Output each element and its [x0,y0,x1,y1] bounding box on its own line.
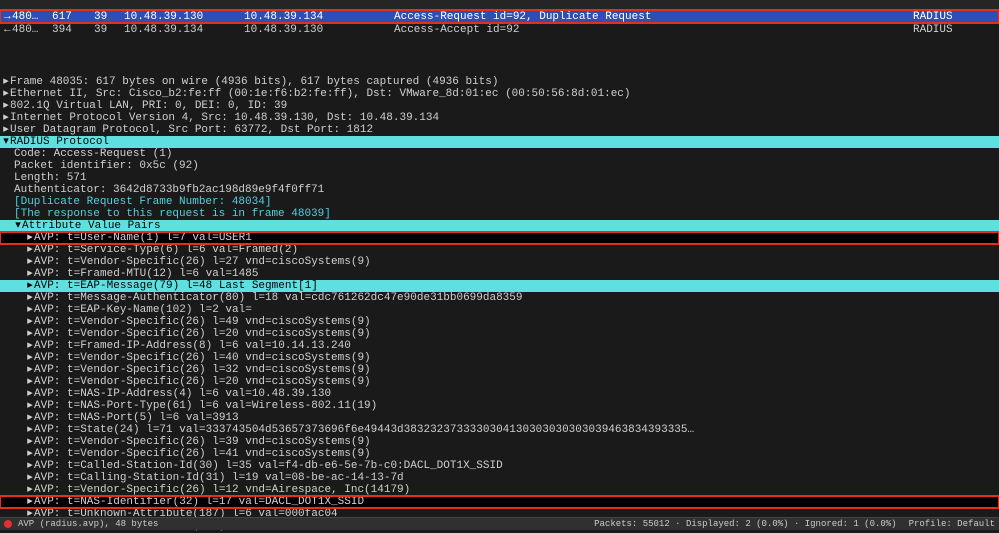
status-dot-icon [4,520,12,528]
direction-arrow-icon: → [4,11,12,23]
col-time: 617 [52,11,94,23]
triangle-down-icon: ▾ [2,136,10,149]
avp-row[interactable]: ▸AVP: t=Vendor-Specific(26) l=27 vnd=cis… [0,256,999,268]
col-src: 10.48.39.130 [124,11,244,23]
col-dst: 10.48.39.134 [244,11,394,23]
col-info: Access-Accept id=92 [394,24,913,36]
radius-len[interactable]: Length: 571 [0,172,999,184]
col-no: 480… [12,24,52,36]
avp-row[interactable]: ▸AVP: t=State(24) l=71 val=333743504d536… [0,424,999,436]
avp-row[interactable]: ▸AVP: t=NAS-Port-Type(61) l=6 val=Wirele… [0,400,999,412]
col-info: Access-Request id=92, Duplicate Request [394,11,913,23]
avp-row[interactable]: ▸AVP: t=Calling-Station-Id(31) l=19 val=… [0,472,999,484]
tree-udp[interactable]: ▸User Datagram Protocol, Src Port: 63772… [0,124,999,136]
avp-row[interactable]: ▸AVP: t=Vendor-Specific(26) l=20 vnd=cis… [0,328,999,340]
col-src: 10.48.39.134 [124,24,244,36]
packet-list-header [0,0,999,10]
avp-user-name[interactable]: ▸AVP: t=User-Name(1) l=7 val=USER1 [0,232,999,244]
col-no: 480… [12,11,52,23]
tree-frame[interactable]: ▸Frame 48035: 617 bytes on wire (4936 bi… [0,76,999,88]
col-dst: 10.48.39.130 [244,24,394,36]
packet-details-pane[interactable]: ▸Frame 48035: 617 bytes on wire (4936 bi… [0,76,999,532]
radius-pid[interactable]: Packet identifier: 0x5c (92) [0,160,999,172]
avp-row[interactable]: ▸AVP: t=Vendor-Specific(26) l=32 vnd=cis… [0,364,999,376]
avp-row[interactable]: ▸AVP: t=Framed-IP-Address(8) l=6 val=10.… [0,340,999,352]
avp-row[interactable]: ▸AVP: t=Called-Station-Id(30) l=35 val=f… [0,460,999,472]
avp-row[interactable]: ▸AVP: t=Vendor-Specific(26) l=49 vnd=cis… [0,316,999,328]
avp-header[interactable]: ▾Attribute Value Pairs [0,220,999,232]
avp-row[interactable]: ▸AVP: t=Vendor-Specific(26) l=39 vnd=cis… [0,436,999,448]
status-mid: Packets: 55012 · Displayed: 2 (0.0%) · I… [594,519,896,529]
col-proto: RADIUS [913,24,995,36]
radius-dup[interactable]: [Duplicate Request Frame Number: 48034] [0,196,999,208]
avp-row[interactable]: ▸AVP: t=Vendor-Specific(26) l=40 vnd=cis… [0,352,999,364]
radius-code[interactable]: Code: Access-Request (1) [0,148,999,160]
tree-ip[interactable]: ▸Internet Protocol Version 4, Src: 10.48… [0,112,999,124]
avp-row[interactable]: ▸AVP: t=Service-Type(6) l=6 val=Framed(2… [0,244,999,256]
packet-row[interactable]: ← 480… 394 39 10.48.39.134 10.48.39.130 … [0,23,999,36]
radius-resp[interactable]: [The response to this request is in fram… [0,208,999,220]
tree-radius[interactable]: ▾RADIUS Protocol [0,136,999,148]
tree-eth[interactable]: ▸Ethernet II, Src: Cisco_b2:fe:ff (00:1e… [0,88,999,100]
avp-nas-identifier[interactable]: ▸AVP: t=NAS-Identifier(32) l=17 val=DACL… [0,496,999,508]
col-proto: RADIUS [913,11,995,23]
direction-arrow-icon: ← [4,24,12,36]
radius-auth[interactable]: Authenticator: 3642d8733b9fb2ac198d89e9f… [0,184,999,196]
tree-vlan[interactable]: ▸802.1Q Virtual LAN, PRI: 0, DEI: 0, ID:… [0,100,999,112]
avp-row[interactable]: ▸AVP: t=Message-Authenticator(80) l=18 v… [0,292,999,304]
avp-row[interactable]: ▸AVP: t=NAS-IP-Address(4) l=6 val=10.48.… [0,388,999,400]
avp-row[interactable]: ▸AVP: t=NAS-Port(5) l=6 val=3913 [0,412,999,424]
status-left: AVP (radius.avp), 48 bytes [18,519,594,529]
avp-row[interactable]: ▸AVP: t=Framed-MTU(12) l=6 val=1485 [0,268,999,280]
col-time: 394 [52,24,94,36]
packet-row-selected[interactable]: → 480… 617 39 10.48.39.130 10.48.39.134 … [0,10,999,23]
col-id: 39 [94,11,124,23]
avp-eap-message[interactable]: ▸AVP: t=EAP-Message(79) l=48 Last Segmen… [0,280,999,292]
avp-row[interactable]: ▸AVP: t=EAP-Key-Name(102) l=2 val= [0,304,999,316]
avp-row[interactable]: ▸AVP: t=Vendor-Specific(26) l=12 vnd=Air… [0,484,999,496]
triangle-down-icon: ▾ [14,220,22,233]
status-bar: AVP (radius.avp), 48 bytes Packets: 5501… [0,517,999,530]
packet-list[interactable]: → 480… 617 39 10.48.39.130 10.48.39.134 … [0,10,999,36]
status-right: Profile: Default [909,519,995,529]
col-id: 39 [94,24,124,36]
avp-row[interactable]: ▸AVP: t=Vendor-Specific(26) l=20 vnd=cis… [0,376,999,388]
avp-row[interactable]: ▸AVP: t=Vendor-Specific(26) l=41 vnd=cis… [0,448,999,460]
